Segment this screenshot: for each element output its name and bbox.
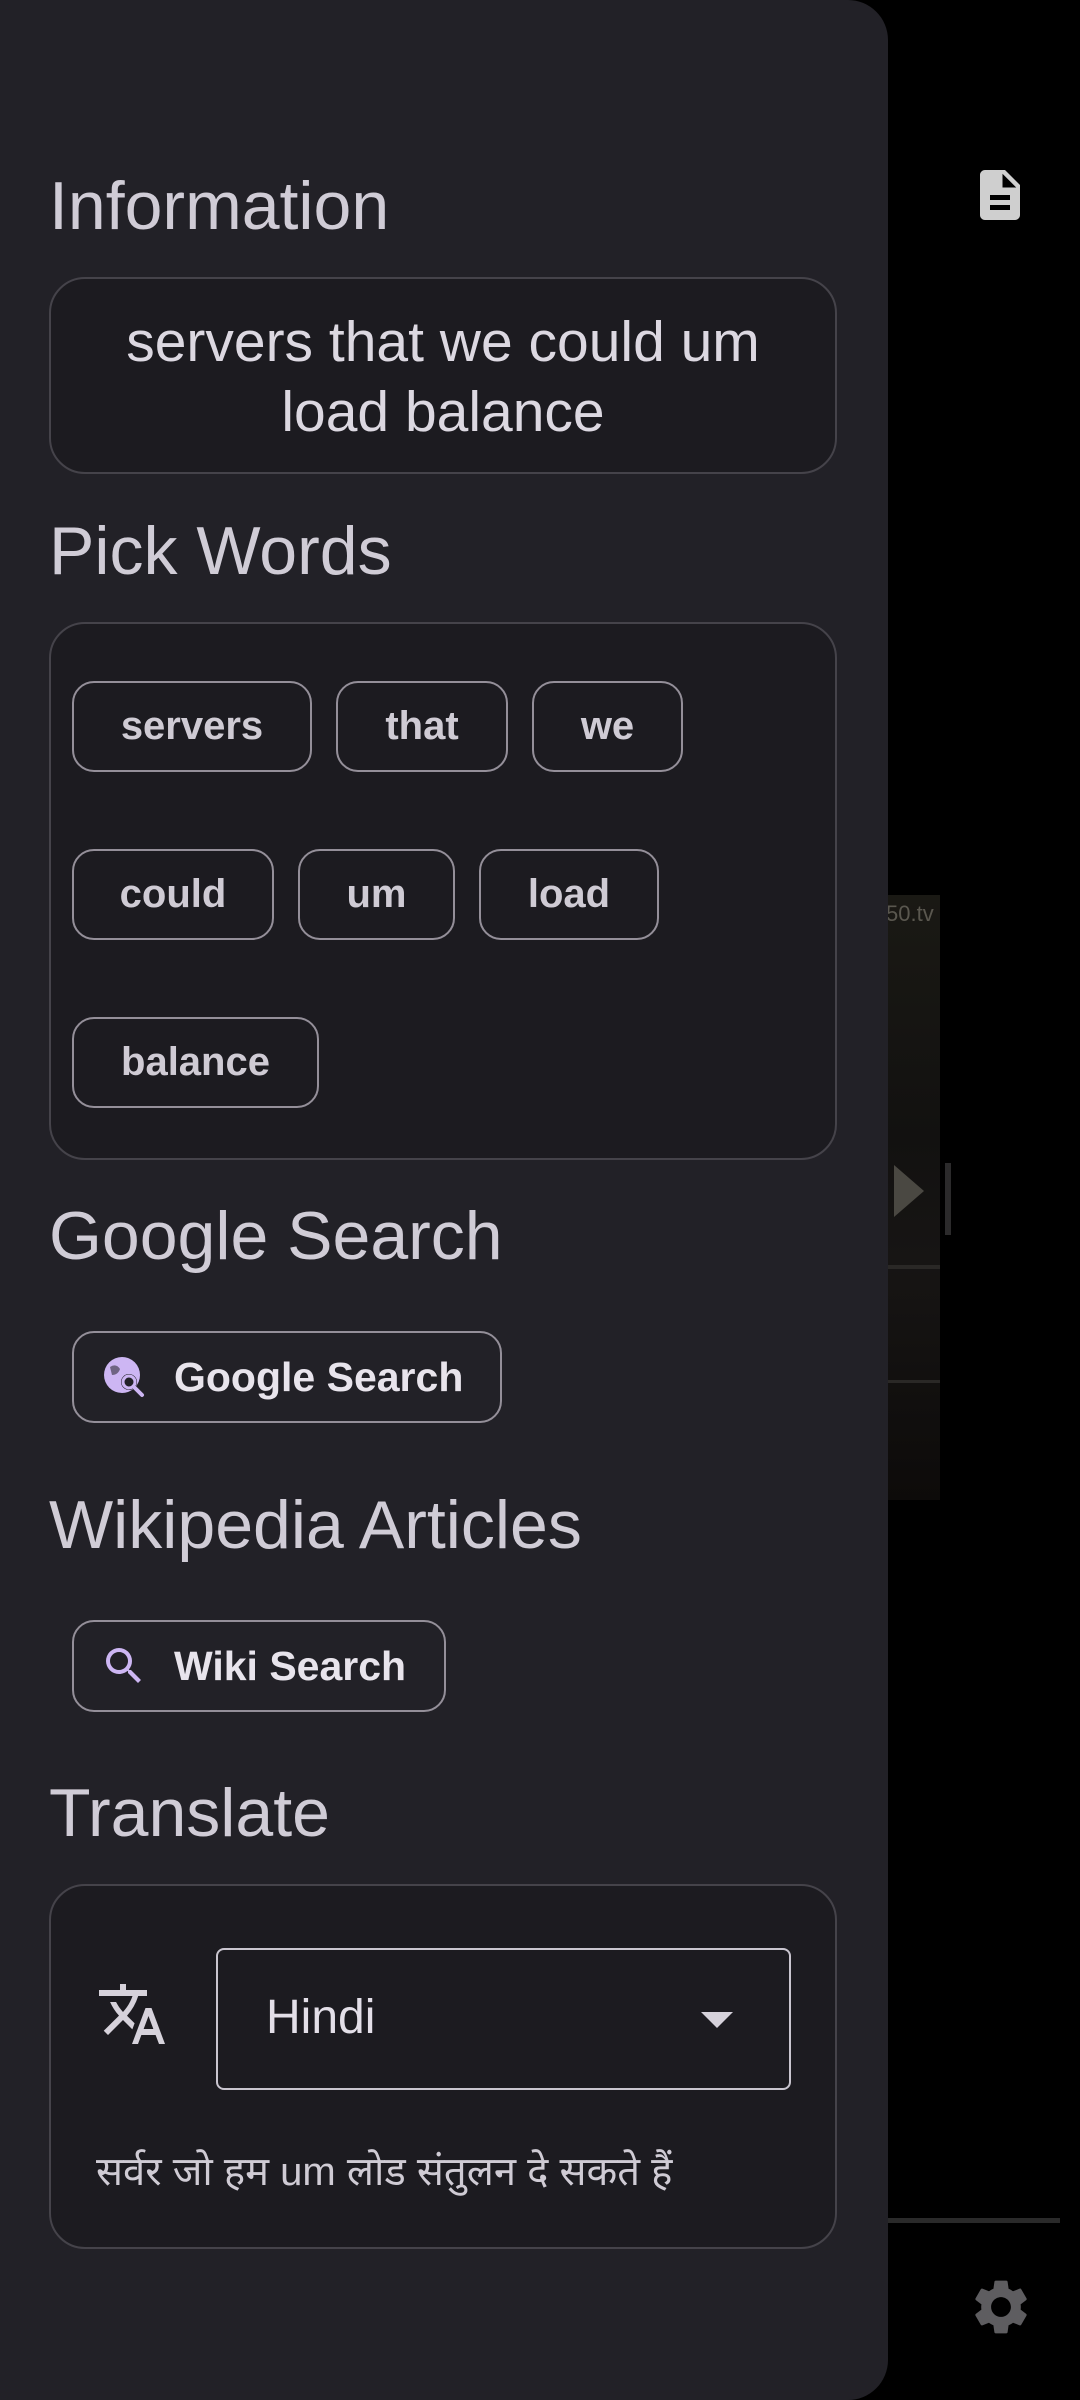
word-chip-servers[interactable]: servers [72,681,312,772]
translate-icon [96,1978,168,2050]
video-watermark: 50.tv [886,901,934,926]
language-value: Hindi [266,1991,376,2044]
document-icon[interactable] [970,165,1030,225]
search-icon [100,1642,148,1690]
information-text: servers that we could um load balance [126,310,760,444]
pick-words-title: Pick Words [49,513,392,589]
google-search-label: Google Search [174,1353,464,1400]
side-drawer: Information servers that we could um loa… [0,0,888,2400]
wiki-search-button[interactable]: Wiki Search [72,1620,446,1712]
wiki-search-label: Wiki Search [174,1642,407,1689]
wikipedia-title: Wikipedia Articles [49,1487,582,1563]
gear-icon[interactable] [968,2274,1034,2340]
translated-text: सर्वर जो हम um लोड संतुलन दे सकते हैं [96,2150,673,2194]
word-chip-um[interactable]: um [298,849,455,940]
travel-explore-icon [100,1353,148,1401]
information-title: Information [49,168,390,244]
word-chip-that[interactable]: that [336,681,508,772]
dropdown-arrow-icon [701,2012,733,2028]
bottom-divider [885,2218,1060,2223]
google-search-button[interactable]: Google Search [72,1331,502,1423]
word-chip-load[interactable]: load [479,849,659,940]
word-chip-we[interactable]: we [532,681,683,772]
google-search-title: Google Search [49,1198,503,1274]
video-divider [880,1265,940,1269]
information-box: servers that we could um load balance [49,277,837,474]
word-chip-could[interactable]: could [72,849,274,940]
video-divider [880,1380,940,1383]
video-edge-handle [945,1163,951,1235]
translate-title: Translate [49,1775,330,1851]
play-icon [894,1165,924,1217]
video-thumbnail[interactable]: 50.tv [880,895,940,1500]
word-chip-balance[interactable]: balance [72,1017,319,1108]
language-dropdown[interactable]: Hindi [216,1948,791,2090]
